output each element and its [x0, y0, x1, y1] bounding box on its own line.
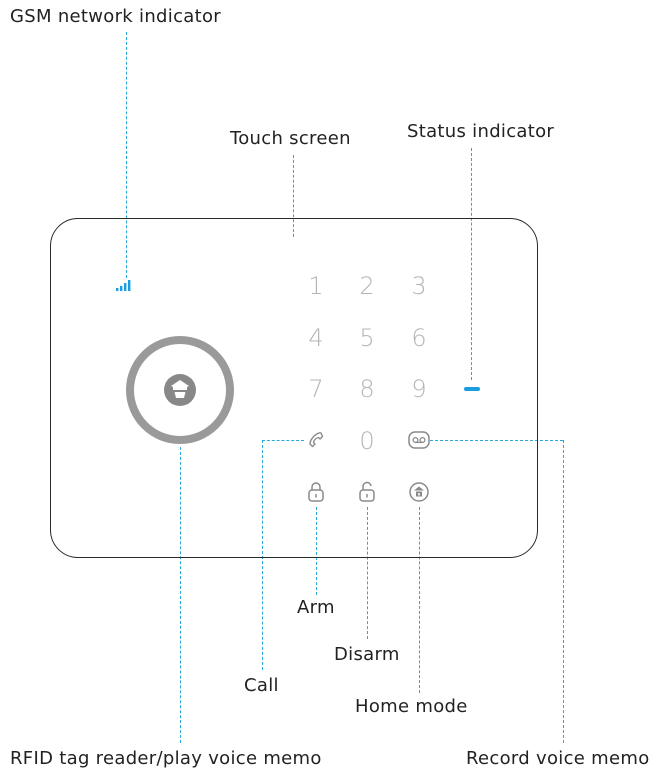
lock-icon[interactable] [307, 481, 325, 503]
status-indicator-label: Status indicator [407, 121, 555, 142]
disarm-label: Disarm [334, 644, 400, 665]
signal-icon [116, 280, 131, 291]
rfid-label: RFID tag reader/play voice memo [10, 748, 322, 769]
home-mode-label: Home mode [355, 696, 468, 717]
key-7[interactable]: 7 [296, 375, 336, 403]
key-9[interactable]: 9 [399, 375, 439, 403]
status-indicator-led [464, 387, 480, 391]
arm-label: Arm [297, 597, 335, 618]
key-4[interactable]: 4 [296, 324, 336, 352]
key-0[interactable]: 0 [347, 427, 387, 455]
gsm-label: GSM network indicator [10, 6, 221, 27]
unlock-icon[interactable] [358, 481, 376, 503]
home-lock-icon[interactable] [408, 481, 430, 503]
record-guide-line-v [563, 440, 564, 743]
touch-screen-label: Touch screen [230, 128, 351, 149]
home-shield-icon [164, 374, 196, 406]
key-6[interactable]: 6 [399, 324, 439, 352]
key-2[interactable]: 2 [347, 272, 387, 300]
voicemail-icon[interactable] [408, 430, 430, 450]
key-8[interactable]: 8 [347, 375, 387, 403]
key-1[interactable]: 1 [296, 272, 336, 300]
call-label: Call [244, 675, 279, 696]
key-5[interactable]: 5 [347, 324, 387, 352]
phone-icon[interactable] [306, 430, 326, 450]
record-voice-memo-label: Record voice memo [466, 748, 650, 769]
key-3[interactable]: 3 [399, 272, 439, 300]
